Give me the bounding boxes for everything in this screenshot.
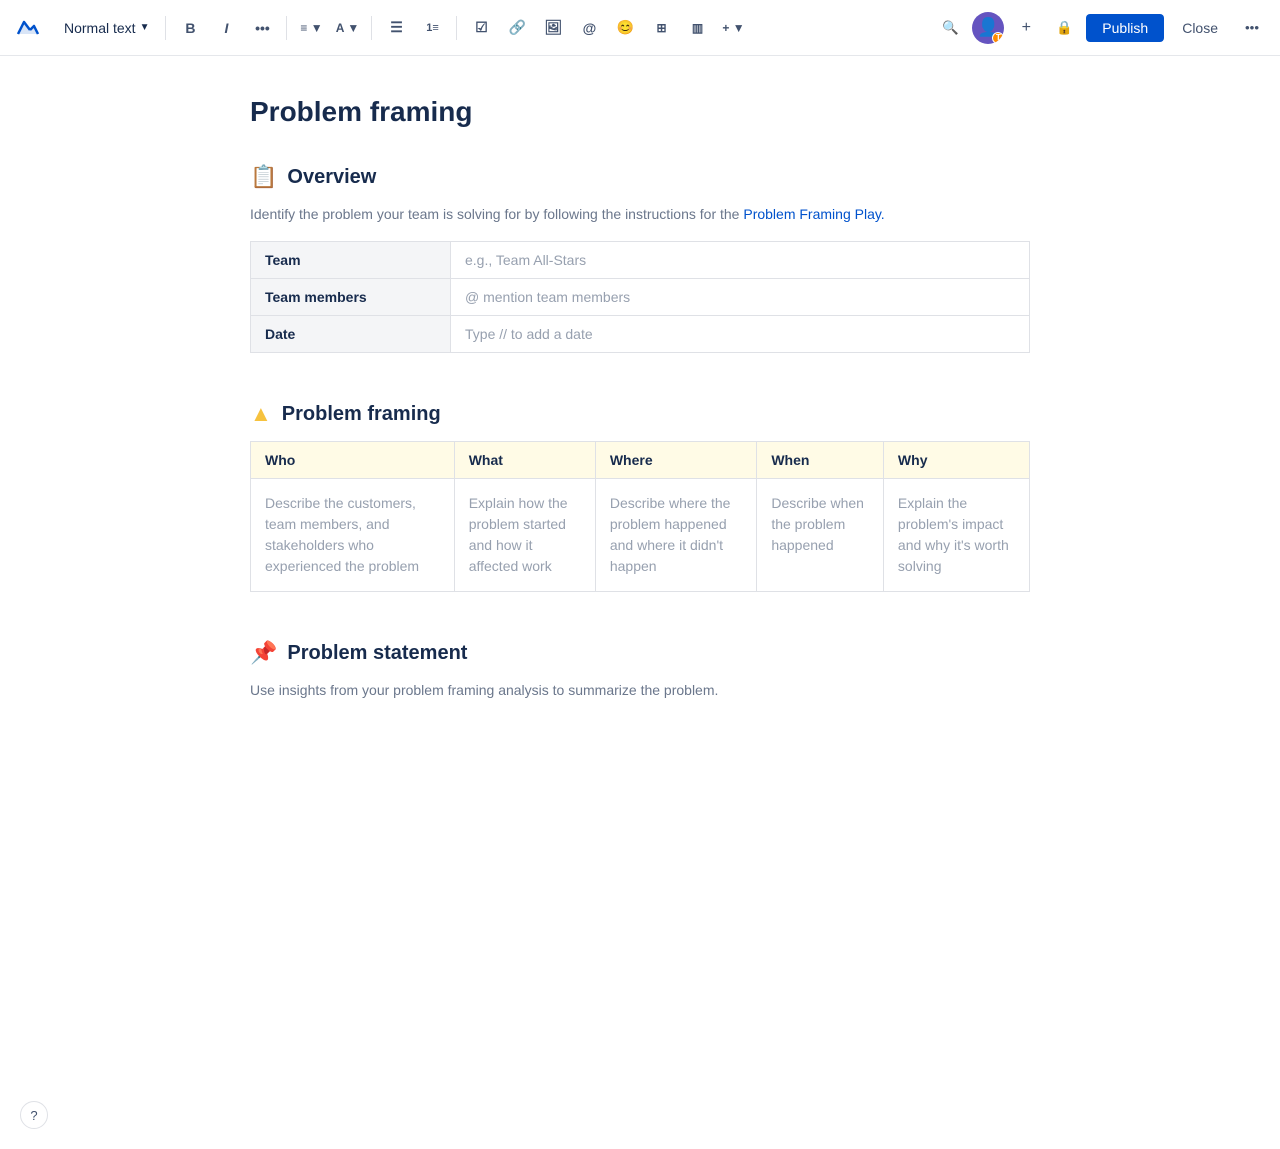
framing-table-data-row: Describe the customers, team members, an…	[251, 479, 1030, 592]
table-button[interactable]: ⊞	[645, 12, 677, 44]
ellipsis-icon: •••	[255, 20, 270, 36]
table-label-date: Date	[251, 316, 451, 353]
link-icon: 🔗	[509, 19, 526, 36]
link-button[interactable]: 🔗	[501, 12, 533, 44]
problem-framing-section: ▲ Problem framing Who What Where When Wh…	[250, 401, 1030, 592]
overview-heading: 📋 Overview	[250, 164, 1030, 190]
statement-description: Use insights from your problem framing a…	[250, 680, 1030, 701]
bullet-list-icon: ☰	[390, 19, 403, 36]
more-options-icon: •••	[1245, 20, 1259, 35]
help-icon: ?	[30, 1108, 37, 1123]
toolbar-separator-3	[371, 16, 372, 40]
mention-icon: @	[583, 20, 597, 36]
table-value-date[interactable]: Type // to add a date	[451, 316, 1030, 353]
help-button[interactable]: ?	[20, 1101, 48, 1129]
table-row: Team e.g., Team All-Stars	[251, 242, 1030, 279]
table-value-team[interactable]: e.g., Team All-Stars	[451, 242, 1030, 279]
col-where: Where	[595, 442, 756, 479]
mention-button[interactable]: @	[573, 12, 605, 44]
avatar-badge: T	[992, 32, 1004, 44]
search-button[interactable]: 🔍	[934, 12, 966, 44]
cell-when[interactable]: Describe when the problem happened	[757, 479, 884, 592]
table-row: Team members @ mention team members	[251, 279, 1030, 316]
table-row: Date Type // to add a date	[251, 316, 1030, 353]
cell-what[interactable]: Explain how the problem started and how …	[454, 479, 595, 592]
numbered-list-icon: 1≡	[426, 22, 439, 34]
search-icon: 🔍	[942, 20, 959, 36]
bullet-list-button[interactable]: ☰	[380, 12, 412, 44]
image-button[interactable]: 🖼	[537, 12, 569, 44]
checkbox-icon: ☑	[475, 19, 488, 36]
bold-button[interactable]: B	[174, 12, 206, 44]
overview-table: Team e.g., Team All-Stars Team members @…	[250, 241, 1030, 353]
main-content: Problem framing 📋 Overview Identify the …	[190, 56, 1090, 829]
logo[interactable]	[12, 12, 44, 44]
overview-section: 📋 Overview Identify the problem your tea…	[250, 164, 1030, 353]
insert-icon: + ▼	[722, 21, 744, 35]
close-button[interactable]: Close	[1170, 14, 1230, 42]
task-button[interactable]: ☑	[465, 12, 497, 44]
restrictions-button[interactable]: 🔒	[1048, 12, 1080, 44]
framing-heading: ▲ Problem framing	[250, 401, 1030, 427]
emoji-button[interactable]: 😊	[609, 12, 641, 44]
table-value-members[interactable]: @ mention team members	[451, 279, 1030, 316]
numbered-list-button[interactable]: 1≡	[416, 12, 448, 44]
col-when: When	[757, 442, 884, 479]
toolbar-separator-4	[456, 16, 457, 40]
align-icon: ≡ ▼	[300, 21, 322, 35]
layout-icon: ▥	[692, 21, 703, 35]
toolbar-right: 🔍 👤 T + 🔒 Publish Close •••	[934, 12, 1268, 44]
image-icon: 🖼	[545, 19, 563, 36]
statement-emoji: 📌	[250, 640, 277, 666]
table-label-team: Team	[251, 242, 451, 279]
text-color-icon: A ▼	[336, 21, 359, 35]
cell-where[interactable]: Describe where the problem happened and …	[595, 479, 756, 592]
framing-emoji: ▲	[250, 401, 272, 427]
col-why: Why	[883, 442, 1029, 479]
plus-icon: +	[1022, 19, 1031, 37]
problem-statement-section: 📌 Problem statement Use insights from yo…	[250, 640, 1030, 701]
more-options-button[interactable]: •••	[1236, 12, 1268, 44]
add-collaborator-button[interactable]: +	[1010, 12, 1042, 44]
toolbar-separator-1	[165, 16, 166, 40]
col-what: What	[454, 442, 595, 479]
toolbar: Normal text ▼ B I ••• ≡ ▼ A ▼ ☰ 1≡ ☑ 🔗	[0, 0, 1280, 56]
framing-table: Who What Where When Why Describe the cus…	[250, 441, 1030, 592]
lock-icon: 🔒	[1056, 20, 1073, 36]
emoji-icon: 😊	[617, 19, 634, 36]
publish-button[interactable]: Publish	[1086, 14, 1164, 42]
avatar[interactable]: 👤 T	[972, 12, 1004, 44]
problem-framing-play-link[interactable]: Problem Framing Play.	[743, 206, 884, 222]
italic-button[interactable]: I	[210, 12, 242, 44]
cell-why[interactable]: Explain the problem's impact and why it'…	[883, 479, 1029, 592]
overview-emoji: 📋	[250, 164, 277, 190]
cell-who[interactable]: Describe the customers, team members, an…	[251, 479, 455, 592]
framing-table-header-row: Who What Where When Why	[251, 442, 1030, 479]
table-icon: ⊞	[656, 21, 666, 35]
overview-desc-prefix: Identify the problem your team is solvin…	[250, 206, 743, 222]
more-formatting-button[interactable]: •••	[246, 12, 278, 44]
page-title[interactable]: Problem framing	[250, 96, 1030, 128]
text-style-dropdown[interactable]: Normal text ▼	[56, 16, 157, 40]
table-label-members: Team members	[251, 279, 451, 316]
framing-heading-text: Problem framing	[282, 403, 441, 426]
toolbar-separator-2	[286, 16, 287, 40]
statement-heading: 📌 Problem statement	[250, 640, 1030, 666]
text-color-button[interactable]: A ▼	[331, 12, 363, 44]
overview-description: Identify the problem your team is solvin…	[250, 204, 1030, 225]
statement-heading-text: Problem statement	[287, 642, 467, 665]
insert-button[interactable]: + ▼	[717, 12, 749, 44]
chevron-down-icon: ▼	[140, 22, 150, 33]
col-who: Who	[251, 442, 455, 479]
overview-heading-text: Overview	[287, 166, 376, 189]
layout-button[interactable]: ▥	[681, 12, 713, 44]
align-button[interactable]: ≡ ▼	[295, 12, 327, 44]
text-style-label: Normal text	[64, 20, 136, 36]
